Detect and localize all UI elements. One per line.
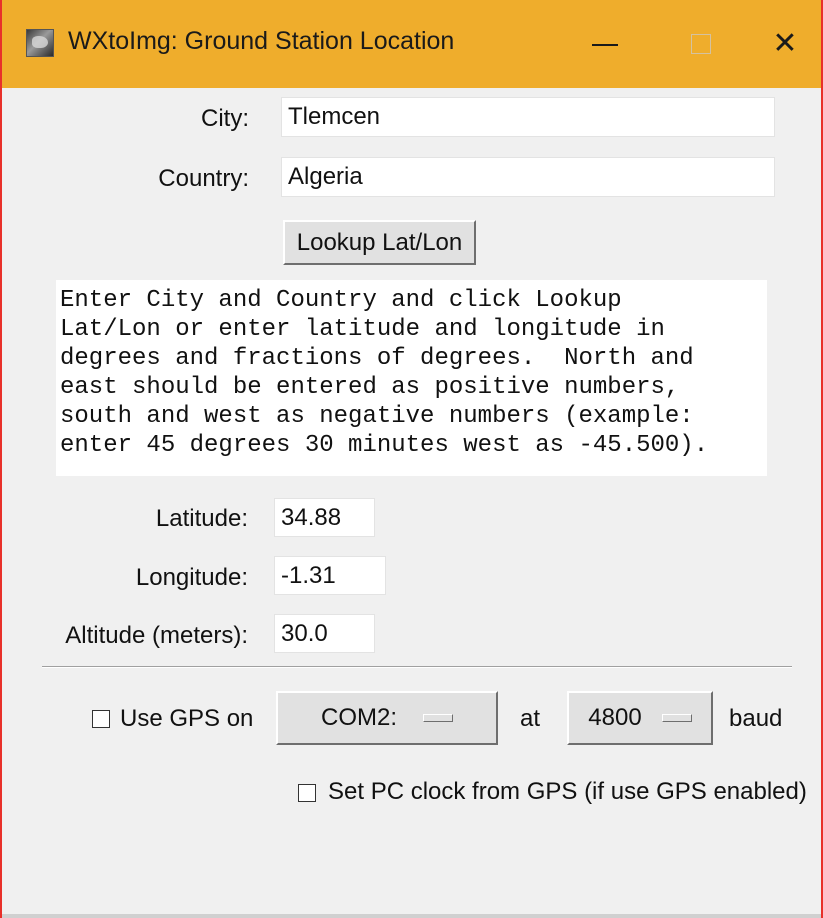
- com-port-value: COM2:: [320, 704, 397, 731]
- dropdown-indicator-icon: [423, 714, 453, 722]
- country-label: Country:: [158, 165, 249, 192]
- minimize-button[interactable]: [557, 0, 653, 88]
- window-bottom-edge: [2, 914, 821, 918]
- close-button[interactable]: ✕: [749, 0, 821, 88]
- longitude-label: Longitude:: [135, 564, 248, 591]
- maximize-button[interactable]: [653, 0, 749, 88]
- altitude-input[interactable]: 30.0: [274, 614, 375, 653]
- baud-rate-dropdown[interactable]: 4800: [567, 691, 713, 745]
- section-separator: [42, 666, 792, 668]
- set-pc-clock-checkbox[interactable]: [298, 784, 316, 802]
- city-label: City:: [201, 105, 249, 132]
- lookup-lat-lon-button[interactable]: Lookup Lat/Lon: [283, 220, 476, 265]
- longitude-input[interactable]: -1.31: [274, 556, 386, 595]
- use-gps-checkbox[interactable]: [92, 710, 110, 728]
- set-pc-clock-label: Set PC clock from GPS (if use GPS enable…: [328, 778, 807, 805]
- dropdown-indicator-icon: [661, 714, 692, 722]
- altitude-label: Altitude (meters):: [65, 622, 248, 649]
- latitude-input[interactable]: 34.88: [274, 498, 375, 537]
- close-icon: ✕: [772, 26, 798, 61]
- at-label: at: [520, 705, 541, 732]
- country-input[interactable]: Algeria: [281, 157, 775, 197]
- minimize-icon: [592, 44, 618, 46]
- instructions-text: Enter City and Country and click Lookup …: [56, 280, 767, 476]
- baud-label: baud: [729, 705, 783, 732]
- city-input[interactable]: Tlemcen: [281, 97, 775, 137]
- latitude-label: Latitude:: [155, 505, 248, 532]
- com-port-dropdown[interactable]: COM2:: [276, 691, 498, 745]
- window-title: WXtoImg: Ground Station Location: [68, 27, 455, 55]
- maximize-icon: [691, 34, 711, 54]
- use-gps-label: Use GPS on: [120, 705, 254, 732]
- ground-station-location-window: WXtoImg: Ground Station Location ✕ City:…: [0, 0, 823, 918]
- baud-rate-value: 4800: [588, 704, 642, 731]
- app-icon: [26, 29, 54, 57]
- title-bar[interactable]: WXtoImg: Ground Station Location ✕: [2, 0, 821, 88]
